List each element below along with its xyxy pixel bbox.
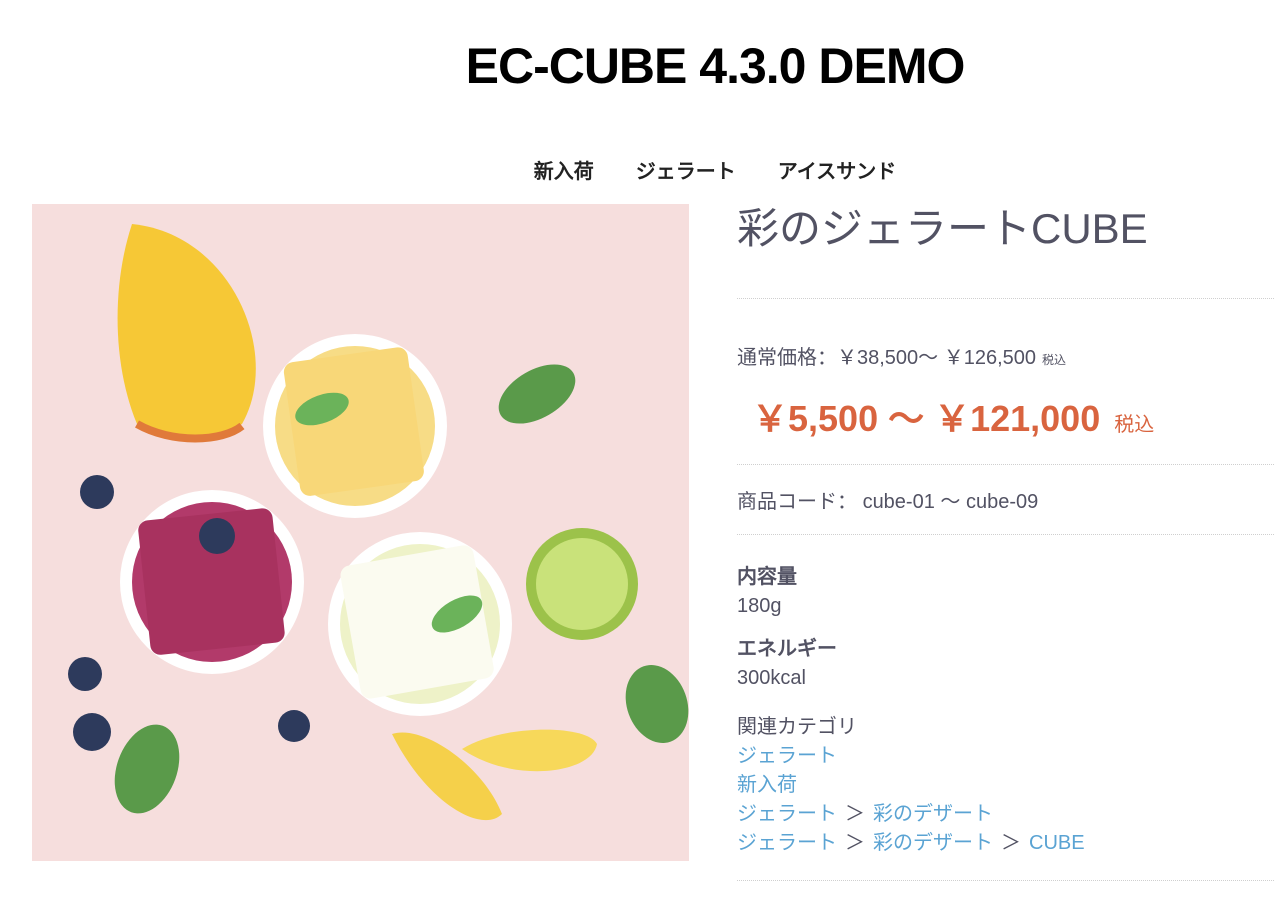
product-photo-illustration xyxy=(32,204,689,861)
breadcrumb-separator: ＞ xyxy=(1001,832,1021,854)
nav-item-ice-sand[interactable]: アイスサンド xyxy=(778,155,896,184)
category-link-gelato[interactable]: ジェラート xyxy=(737,832,837,854)
category-link-dessert[interactable]: 彩のデザート xyxy=(873,832,993,854)
nav-item-new-arrivals[interactable]: 新入荷 xyxy=(534,155,594,184)
sale-price-tax: 税込 xyxy=(1114,414,1155,436)
regular-price-label: 通常価格： xyxy=(737,347,837,369)
category-link-dessert[interactable]: 彩のデザート xyxy=(873,803,993,825)
spec-label-energy: エネルギー xyxy=(737,638,837,660)
product-code: 商品コード： cube-01 ～ cube-09 xyxy=(737,485,1274,535)
category-link-gelato[interactable]: ジェラート xyxy=(737,745,837,767)
regular-price: 通常価格：￥38,500～ ￥126,500 税込 xyxy=(737,341,1274,370)
product-image[interactable] xyxy=(32,204,689,861)
spec-value-energy: 300kcal xyxy=(737,667,806,689)
category-link-new-arrivals[interactable]: 新入荷 xyxy=(737,774,797,796)
category-link-gelato[interactable]: ジェラート xyxy=(737,803,837,825)
product-code-label: 商品コード： xyxy=(737,491,857,513)
global-nav: 新入荷 ジェラート アイスサンド xyxy=(0,155,1274,184)
nav-item-gelato[interactable]: ジェラート xyxy=(636,155,736,184)
spec-label-contents: 内容量 xyxy=(737,566,797,588)
breadcrumb-separator: ＞ xyxy=(845,803,865,825)
product-name: 彩のジェラートCUBE xyxy=(737,204,1274,299)
regular-price-value: ￥38,500～ ￥126,500 xyxy=(837,347,1037,369)
sale-price: ￥5,500 ～ ￥121,000 税込 xyxy=(752,390,1274,442)
related-categories-label: 関連カテゴリ xyxy=(737,716,857,738)
breadcrumb-separator: ＞ xyxy=(845,832,865,854)
product-detail: 彩のジェラートCUBE 通常価格：￥38,500～ ￥126,500 税込 ￥5,… xyxy=(737,204,1274,881)
site-title[interactable]: EC-CUBE 4.3.0 DEMO xyxy=(0,36,1274,96)
related-categories: 関連カテゴリ ジェラート 新入荷 ジェラート ＞ 彩のデザート ジェラート ＞ 彩のデザ… xyxy=(737,713,1274,881)
product-code-value: cube-01 ～ cube-09 xyxy=(862,491,1039,513)
divider xyxy=(737,464,1274,465)
regular-price-tax: 税込 xyxy=(1042,353,1067,367)
spec-value-contents: 180g xyxy=(737,595,782,617)
category-link-cube[interactable]: CUBE xyxy=(1029,832,1085,854)
sale-price-value: ￥5,500 ～ ￥121,000 xyxy=(752,398,1101,439)
product-specs: 内容量 180g エネルギー 300kcal xyxy=(737,563,1274,693)
